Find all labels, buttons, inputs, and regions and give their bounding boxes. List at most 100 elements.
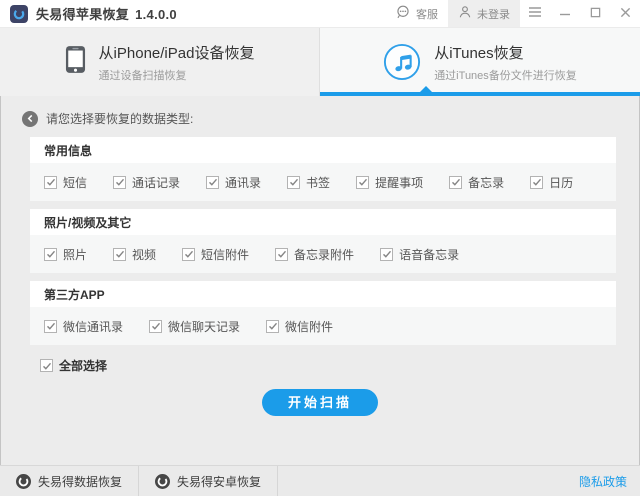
select-all-row: 全部选择 <box>40 357 640 374</box>
app-title: 失易得苹果恢复 1.4.0.0 <box>36 4 177 23</box>
checkbox-label: 微信附件 <box>285 318 333 335</box>
checkbox-item[interactable]: 通话记录 <box>113 174 180 191</box>
titlebar: 失易得苹果恢复 1.4.0.0 客服 <box>0 0 640 28</box>
checkbox[interactable] <box>287 176 300 189</box>
minimize-icon <box>559 5 571 23</box>
sections: 常用信息短信 通话记录 通讯录 书签 提醒事项 备忘录 日历照片/视频及其它照片 视频 短信附件… <box>0 137 640 345</box>
menu-button[interactable] <box>520 0 550 27</box>
back-button[interactable] <box>22 111 38 127</box>
support-button[interactable]: 客服 <box>385 0 448 27</box>
checkbox-row: 照片 视频 短信附件 备忘录附件 语音备忘录 <box>30 235 616 273</box>
checkbox[interactable] <box>182 248 195 261</box>
prompt-text: 请您选择要恢复的数据类型: <box>46 110 193 127</box>
footer-app-label: 失易得数据恢复 <box>38 473 122 490</box>
tab-itunes-label: 从iTunes恢复 <box>434 42 577 63</box>
checkbox[interactable] <box>380 248 393 261</box>
close-button[interactable] <box>610 0 640 27</box>
checkbox-label: 备忘录 <box>468 174 504 191</box>
user-icon <box>458 5 472 22</box>
section-panel: 第三方APP 微信通讯录 微信聊天记录 微信附件 <box>30 281 616 345</box>
checkbox-label: 微信聊天记录 <box>168 318 240 335</box>
privacy-policy-link[interactable]: 隐私政策 <box>579 473 640 490</box>
app-name: 失易得苹果恢复 <box>36 7 129 22</box>
minimize-button[interactable] <box>550 0 580 27</box>
tab-texts: 从iPhone/iPad设备恢复 通过设备扫描恢复 <box>99 42 255 83</box>
close-icon <box>620 5 631 23</box>
checkbox-item[interactable]: 微信附件 <box>266 318 333 335</box>
checkbox-item[interactable]: 书签 <box>287 174 330 191</box>
section-title: 第三方APP <box>30 281 616 307</box>
checkbox-item[interactable]: 视频 <box>113 246 156 263</box>
checkbox[interactable] <box>113 248 126 261</box>
footer-app-link[interactable]: 失易得数据恢复 <box>0 466 139 496</box>
checkbox-item[interactable]: 备忘录附件 <box>275 246 354 263</box>
active-tab-caret <box>420 86 432 92</box>
footer-bar: 失易得数据恢复 失易得安卓恢复 隐私政策 <box>0 465 640 496</box>
iphone-tab-icon <box>65 45 86 79</box>
footer-app-icon <box>16 474 31 489</box>
checkbox[interactable] <box>44 320 57 333</box>
main-content: 请您选择要恢复的数据类型: 常用信息短信 通话记录 通讯录 书签 提醒事项 备忘录 日历照片… <box>0 96 640 416</box>
maximize-button[interactable] <box>580 0 610 27</box>
menu-icon <box>528 5 542 23</box>
checkbox-item[interactable]: 短信附件 <box>182 246 249 263</box>
section-panel: 照片/视频及其它照片 视频 短信附件 备忘录附件 语音备忘录 <box>30 209 616 273</box>
checkbox[interactable] <box>40 359 53 372</box>
checkbox-label: 日历 <box>549 174 573 191</box>
checkbox-label: 提醒事项 <box>375 174 423 191</box>
checkbox-label: 备忘录附件 <box>294 246 354 263</box>
itunes-tab-icon <box>383 43 421 81</box>
section-title: 照片/视频及其它 <box>30 209 616 235</box>
checkbox-item[interactable]: 短信 <box>44 174 87 191</box>
tab-itunes-sublabel: 通过iTunes备份文件进行恢复 <box>434 67 577 83</box>
checkbox-item[interactable]: 日历 <box>530 174 573 191</box>
tab-iphone-label: 从iPhone/iPad设备恢复 <box>99 42 255 63</box>
checkbox-item[interactable]: 全部选择 <box>40 357 640 374</box>
checkbox-item[interactable]: 微信通讯录 <box>44 318 123 335</box>
back-row: 请您选择要恢复的数据类型: <box>22 110 640 127</box>
checkbox-item[interactable]: 照片 <box>44 246 87 263</box>
section-title: 常用信息 <box>30 137 616 163</box>
checkbox-label: 短信附件 <box>201 246 249 263</box>
checkbox-label: 通话记录 <box>132 174 180 191</box>
checkbox-label: 全部选择 <box>59 357 107 374</box>
checkbox[interactable] <box>113 176 126 189</box>
checkbox-row: 微信通讯录 微信聊天记录 微信附件 <box>30 307 616 345</box>
app-version: 1.4.0.0 <box>135 7 177 22</box>
tab-itunes-recovery[interactable]: 从iTunes恢复 通过iTunes备份文件进行恢复 <box>320 28 640 96</box>
checkbox[interactable] <box>449 176 462 189</box>
active-tab-underline <box>320 92 640 96</box>
app-logo-icon <box>10 5 28 23</box>
checkbox[interactable] <box>356 176 369 189</box>
checkbox-label: 通讯录 <box>225 174 261 191</box>
checkbox-label: 语音备忘录 <box>399 246 459 263</box>
checkbox-item[interactable]: 备忘录 <box>449 174 504 191</box>
footer-app-icon <box>155 474 170 489</box>
checkbox[interactable] <box>206 176 219 189</box>
login-button[interactable]: 未登录 <box>448 0 520 27</box>
checkbox[interactable] <box>44 248 57 261</box>
checkbox[interactable] <box>530 176 543 189</box>
checkbox-label: 视频 <box>132 246 156 263</box>
app-window: 失易得苹果恢复 1.4.0.0 客服 <box>0 0 640 496</box>
checkbox-item[interactable]: 通讯录 <box>206 174 261 191</box>
tab-texts: 从iTunes恢复 通过iTunes备份文件进行恢复 <box>434 42 577 83</box>
checkbox[interactable] <box>149 320 162 333</box>
checkbox-label: 书签 <box>306 174 330 191</box>
footer-app-label: 失易得安卓恢复 <box>177 473 261 490</box>
start-scan-button[interactable]: 开始扫描 <box>262 389 378 416</box>
checkbox[interactable] <box>275 248 288 261</box>
checkbox[interactable] <box>266 320 279 333</box>
checkbox-item[interactable]: 微信聊天记录 <box>149 318 240 335</box>
footer-app-link[interactable]: 失易得安卓恢复 <box>139 466 278 496</box>
maximize-icon <box>590 5 601 23</box>
tab-iphone-sublabel: 通过设备扫描恢复 <box>99 67 255 83</box>
checkbox[interactable] <box>44 176 57 189</box>
checkbox-label: 短信 <box>63 174 87 191</box>
section-panel: 常用信息短信 通话记录 通讯录 书签 提醒事项 备忘录 日历 <box>30 137 616 201</box>
login-label: 未登录 <box>477 6 510 22</box>
checkbox-item[interactable]: 语音备忘录 <box>380 246 459 263</box>
scan-row: 开始扫描 <box>0 389 640 416</box>
tab-iphone-device-recovery[interactable]: 从iPhone/iPad设备恢复 通过设备扫描恢复 <box>0 28 320 96</box>
checkbox-item[interactable]: 提醒事项 <box>356 174 423 191</box>
